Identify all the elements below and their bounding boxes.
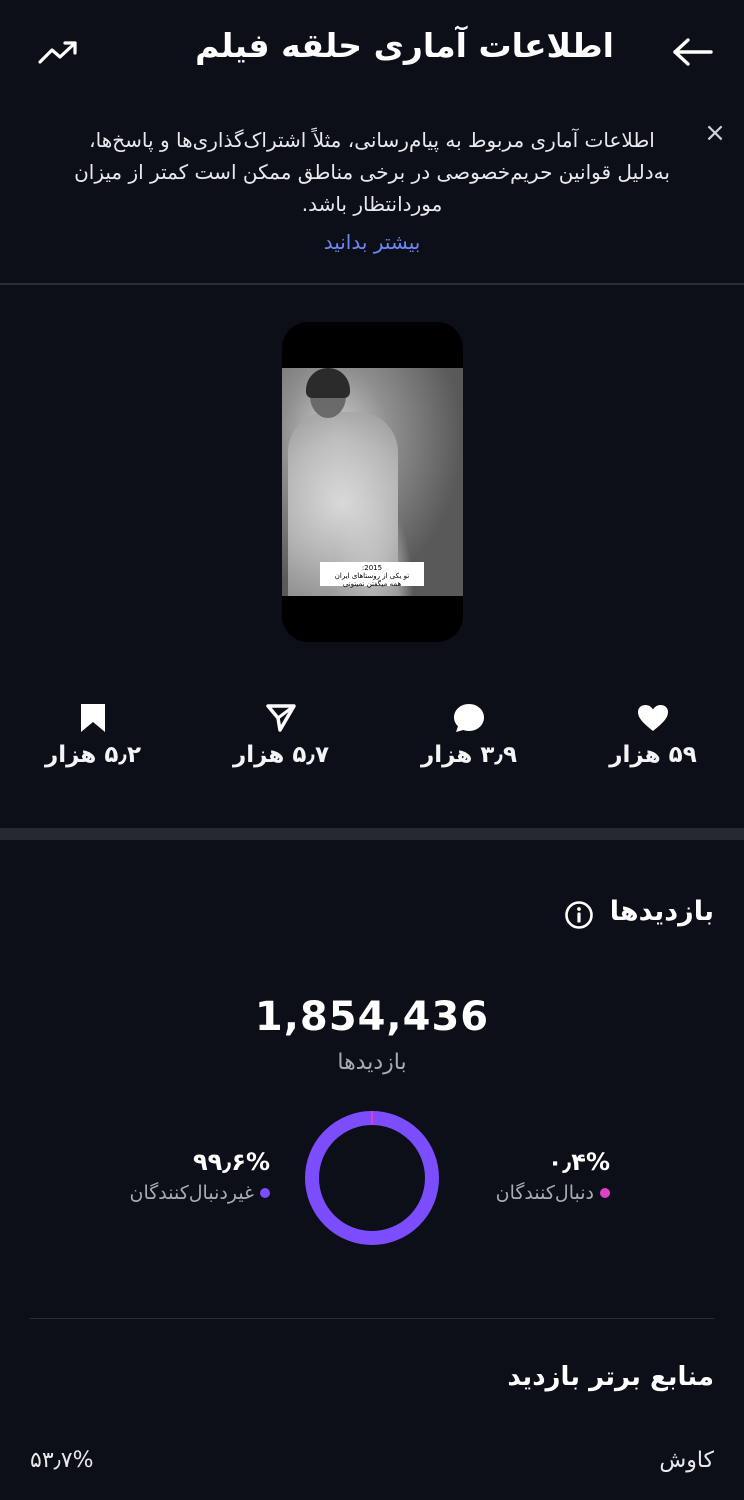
views-total-label: بازدیدها <box>337 1050 407 1075</box>
reel-caption: 2015: تو یکی از روستاهای ایران همه میگفت… <box>320 562 424 588</box>
close-icon[interactable]: × <box>698 116 732 150</box>
shares-count: ۵٫۷ هزار <box>232 742 330 768</box>
page-title: اطلاعات آماری حلقه فیلم <box>195 26 614 65</box>
learn-more-link[interactable]: بیشتر بدانید <box>0 230 744 254</box>
followers-dot <box>600 1188 610 1198</box>
send-icon <box>206 696 356 740</box>
notice-message: اطلاعات آماری مربوط به پیام‌رسانی، مثلاً… <box>74 128 670 216</box>
views-total: 1,854,436 <box>254 994 490 1040</box>
comments-stat[interactable]: ۳٫۹ هزار <box>394 696 544 768</box>
engagement-stats: ۵۹ هزار ۳٫۹ هزار ۵٫۷ هزار ۵٫۲ هزار <box>0 696 744 796</box>
followers-pct: ۰٫۴% <box>547 1148 610 1176</box>
followers-legend-label: دنبال‌کنندگان <box>470 1182 610 1204</box>
saves-stat[interactable]: ۵٫۲ هزار <box>18 696 168 768</box>
nonfollowers-pct: ۹۹٫۶% <box>193 1148 270 1176</box>
nonfollowers-legend-label: غیردنبال‌کنندگان <box>100 1182 270 1204</box>
privacy-notice: × اطلاعات آماری مربوط به پیام‌رسانی، مثل… <box>0 100 744 285</box>
arrow-left-icon[interactable] <box>666 30 718 74</box>
trending-up-icon[interactable] <box>32 30 84 74</box>
photo-hair <box>306 368 350 398</box>
reel-photo: 2015: تو یکی از روستاهای ایران همه میگفت… <box>282 368 463 596</box>
top-bar: اطلاعات آماری حلقه فیلم <box>0 0 744 100</box>
section-divider <box>0 828 744 840</box>
caption-line: همه میگفتن نمیتونی <box>342 580 402 588</box>
likes-stat[interactable]: ۵۹ هزار <box>578 696 728 768</box>
caption-line: تو یکی از روستاهای ایران <box>334 572 410 580</box>
comment-icon <box>394 696 544 740</box>
caption-line: 2015: <box>361 564 383 572</box>
top-sources-title: منابع برتر بازدید <box>507 1362 714 1392</box>
views-header: بازدیدها <box>0 896 744 940</box>
comments-count: ۳٫۹ هزار <box>420 742 518 768</box>
donut-nonfollowers-segment <box>305 1111 439 1245</box>
reel-thumbnail[interactable]: 2015: تو یکی از روستاهای ایران همه میگفت… <box>282 322 463 642</box>
source-row: کاوش ۵۳٫۷% <box>30 1448 714 1488</box>
followers-legend: ۰٫۴% دنبال‌کنندگان <box>470 1148 610 1204</box>
divider <box>30 1318 714 1319</box>
views-donut-chart <box>305 1111 439 1245</box>
bookmark-icon <box>18 696 168 740</box>
views-section-title: بازدیدها <box>609 896 714 927</box>
likes-count: ۵۹ هزار <box>609 742 697 768</box>
nonfollowers-dot <box>260 1188 270 1198</box>
heart-icon <box>578 696 728 740</box>
nonfollowers-legend: ۹۹٫۶% غیردنبال‌کنندگان <box>100 1148 270 1204</box>
saves-count: ۵٫۲ هزار <box>44 742 142 768</box>
source-name: کاوش <box>659 1448 714 1473</box>
followers-label: دنبال‌کنندگان <box>495 1182 594 1204</box>
source-pct: ۵۳٫۷% <box>30 1448 94 1473</box>
info-icon[interactable] <box>564 900 594 930</box>
shares-stat[interactable]: ۵٫۷ هزار <box>206 696 356 768</box>
nonfollowers-label: غیردنبال‌کنندگان <box>129 1182 254 1204</box>
